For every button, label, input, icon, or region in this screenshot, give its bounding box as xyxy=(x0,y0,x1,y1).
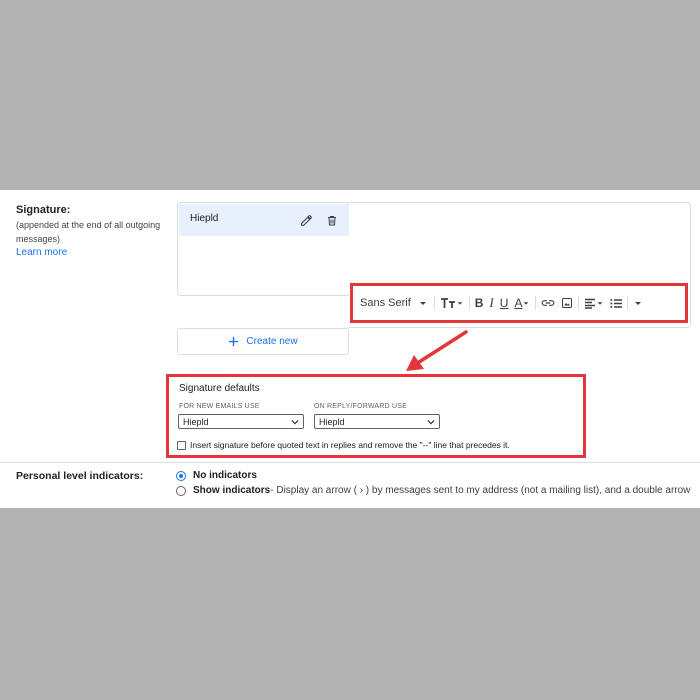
align-left-icon xyxy=(585,298,596,309)
align-button[interactable] xyxy=(584,293,604,313)
settings-panel: Signature: (appended at the end of all o… xyxy=(0,190,700,508)
new-emails-select[interactable]: Hiepld xyxy=(178,414,304,429)
signature-defaults-title: Signature defaults xyxy=(179,383,260,394)
plus-icon xyxy=(229,336,239,347)
reply-forward-select[interactable]: Hiepld xyxy=(314,414,440,429)
font-size-icon xyxy=(440,298,455,308)
more-formatting-button[interactable] xyxy=(633,293,643,313)
chevron-down-icon xyxy=(291,419,299,424)
show-indicators-option[interactable]: Show indicators - Display an arrow ( › )… xyxy=(176,485,690,496)
toolbar-separator xyxy=(433,296,435,310)
toolbar-separator xyxy=(535,296,537,310)
text-color-label: A xyxy=(514,296,523,310)
signature-label: Signature: xyxy=(16,204,71,216)
create-new-button[interactable]: Create new xyxy=(177,328,349,355)
pencil-icon[interactable] xyxy=(298,212,314,228)
bold-button[interactable]: B xyxy=(475,293,484,313)
signature-defaults-box: Signature defaults FOR NEW EMAILS USE Hi… xyxy=(166,374,586,458)
reply-forward-label: ON REPLY/FORWARD USE xyxy=(314,403,407,410)
chevron-down-icon xyxy=(457,302,463,305)
chevron-down-icon xyxy=(635,302,642,305)
signature-list-item[interactable]: Hiepld xyxy=(179,204,349,236)
font-family-label: Sans Serif xyxy=(360,297,411,309)
chevron-down-icon xyxy=(598,302,603,305)
toolbar-separator xyxy=(627,296,629,310)
insert-before-quoted-checkbox[interactable] xyxy=(177,440,186,450)
show-indicators-description: - Display an arrow ( › ) by messages sen… xyxy=(270,485,691,496)
chevron-down-icon xyxy=(427,419,435,424)
no-indicators-option[interactable]: No indicators xyxy=(176,470,257,481)
link-icon[interactable] xyxy=(541,293,555,313)
signature-sublabel: (appended at the end of all outgoing mes… xyxy=(16,220,161,244)
new-emails-label: FOR NEW EMAILS USE xyxy=(179,403,260,410)
signature-item-name: Hiepld xyxy=(190,213,219,224)
toolbar-separator xyxy=(468,296,470,310)
image-icon[interactable] xyxy=(561,293,573,313)
section-divider xyxy=(0,462,700,463)
formatting-toolbar: Sans Serif B I U A xyxy=(350,283,688,323)
toolbar-separator xyxy=(578,296,580,310)
learn-more-link[interactable]: Learn more xyxy=(16,247,67,258)
signature-list: Hiepld xyxy=(177,202,350,296)
insert-before-quoted-label: Insert signature before quoted text in r… xyxy=(190,440,510,450)
show-indicators-radio[interactable] xyxy=(176,485,186,496)
font-size-button[interactable] xyxy=(440,293,464,313)
new-emails-value: Hiepld xyxy=(183,416,209,427)
chevron-down-icon xyxy=(419,302,426,305)
no-indicators-label: No indicators xyxy=(193,470,257,481)
chevron-down-icon xyxy=(524,302,529,305)
create-new-label: Create new xyxy=(246,336,298,347)
red-arrow-annotation xyxy=(406,330,468,371)
insert-before-quoted-option[interactable]: Insert signature before quoted text in r… xyxy=(177,440,510,450)
personal-level-label: Personal level indicators: xyxy=(16,470,144,482)
underline-button[interactable]: U xyxy=(500,293,509,313)
trash-icon[interactable] xyxy=(324,212,340,228)
font-family-select[interactable]: Sans Serif xyxy=(360,293,429,313)
text-color-button[interactable]: A xyxy=(514,293,530,313)
numbered-list-icon[interactable] xyxy=(610,293,623,313)
italic-button[interactable]: I xyxy=(489,293,493,313)
reply-forward-value: Hiepld xyxy=(319,416,345,427)
show-indicators-label: Show indicators xyxy=(193,485,271,496)
no-indicators-radio[interactable] xyxy=(176,470,186,481)
